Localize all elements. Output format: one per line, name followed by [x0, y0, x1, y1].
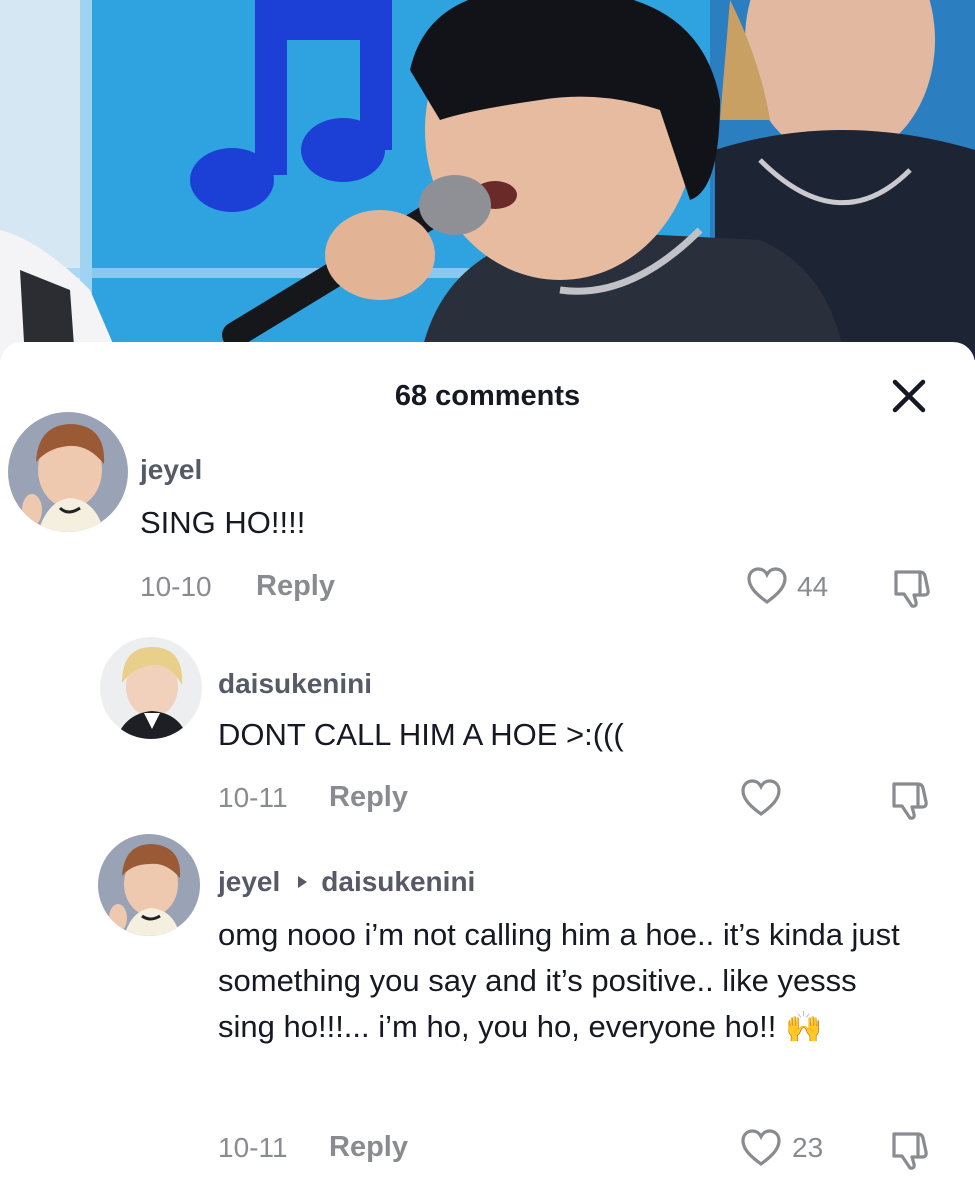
heart-icon[interactable]	[740, 1128, 782, 1173]
reply-comment-item: jeyel daisukenini omg nooo i’m not callin…	[0, 342, 975, 1200]
dislike-icon[interactable]	[888, 1130, 932, 1177]
comment-author[interactable]: jeyel	[218, 866, 280, 897]
comments-sheet: 68 comments jeyel SING HO!!!! 10-10 Repl…	[0, 342, 975, 1200]
reply-arrow-icon	[298, 876, 308, 889]
video-frame	[0, 0, 975, 360]
avatar[interactable]	[98, 834, 200, 936]
comment-username: jeyel daisukenini	[218, 866, 475, 898]
raising-hands-emoji: 🙌	[784, 1011, 823, 1044]
comment-text: omg nooo i’m not calling him a hoe.. it’…	[218, 912, 918, 1051]
reply-to-username[interactable]: daisukenini	[321, 866, 475, 897]
like-count: 23	[792, 1132, 824, 1163]
comment-date: 10-11	[218, 1132, 288, 1163]
video-player[interactable]	[0, 0, 975, 360]
reply-button[interactable]: Reply	[329, 1131, 408, 1164]
